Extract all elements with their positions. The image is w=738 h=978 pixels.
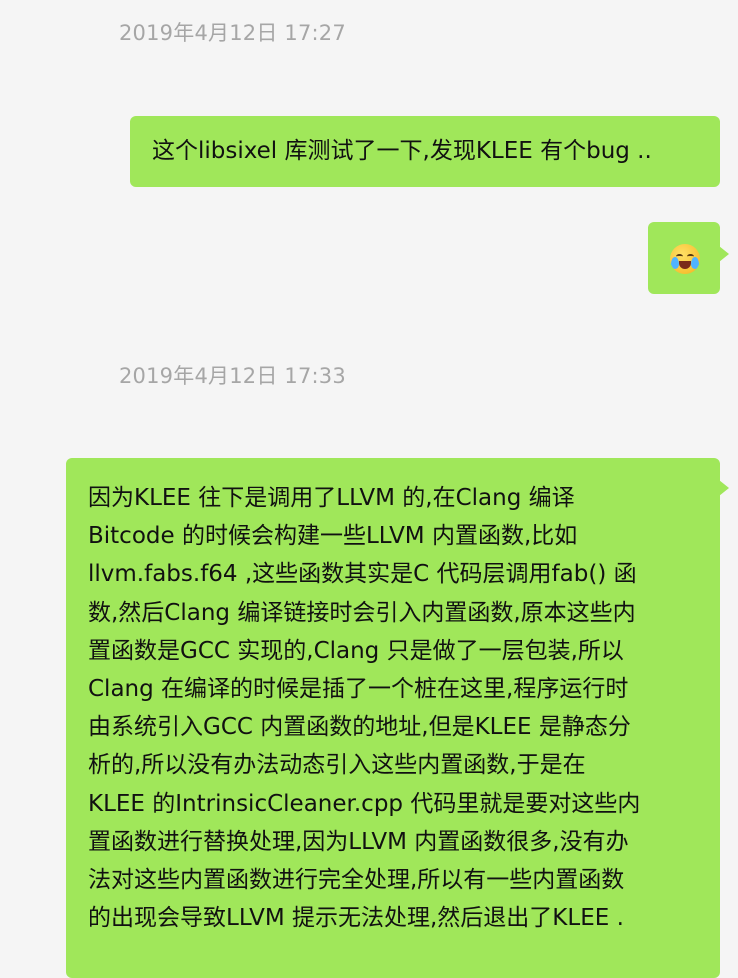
emoji-tear xyxy=(691,257,699,269)
message-line: KLEE 的IntrinsicCleaner.cpp 代码里就是要对这些内 xyxy=(88,790,641,817)
message-line: 因为KLEE 往下是调用了LLVM 的,在Clang 编译 xyxy=(88,485,575,511)
emoji-mouth xyxy=(679,261,691,269)
emoji-tear xyxy=(671,257,679,269)
message-line: Bitcode 的时候会构建一些LLVM 内置函数,比如 xyxy=(88,523,578,550)
chat-bubble-emoji[interactable] xyxy=(648,222,729,294)
message-timestamp: 2019年4月12日 17:33 xyxy=(119,364,346,388)
message-line: 置函数进行替换处理,因为LLVM 内置函数很多,没有办 xyxy=(88,828,629,855)
message-line: 数,然后Clang 编译链接时会引入内置函数,原本这些内 xyxy=(88,599,636,626)
message-line: 置函数是GCC 实现的,Clang 只是做了一层包装,所以 xyxy=(88,637,624,664)
chat-bubble-outgoing[interactable]: 这个libsixel 库测试了一下,发现KLEE 有个bug .. xyxy=(130,116,720,187)
chat-bubble-outgoing[interactable]: 因为KLEE 往下是调用了LLVM 的,在Clang 编译 Bitcode 的时… xyxy=(66,458,729,978)
message-timestamp: 2019年4月12日 17:27 xyxy=(119,21,346,45)
message-line: llvm.fabs.f64 ,这些函数其实是C 代码层调用fab() 函 xyxy=(88,561,637,588)
face-with-tears-emoji-icon xyxy=(670,244,700,274)
message-line: 由系统引入GCC 内置函数的地址,但是KLEE 是静态分 xyxy=(88,714,631,741)
message-line: Clang 在编译的时候是插了一个桩在这里,程序运行时 xyxy=(88,675,629,702)
message-text: 这个libsixel 库测试了一下,发现KLEE 有个bug .. xyxy=(152,138,652,164)
message-line: 的出现会导致LLVM 提示无法处理,然后退出了KLEE . xyxy=(88,905,624,932)
message-line: 析的,所以没有办法动态引入这些内置函数,于是在 xyxy=(88,752,586,779)
message-line: 法对这些内置函数进行完全处理,所以有一些内置函数 xyxy=(88,866,625,893)
message-text-block: 因为KLEE 往下是调用了LLVM 的,在Clang 编译 Bitcode 的时… xyxy=(88,479,700,937)
